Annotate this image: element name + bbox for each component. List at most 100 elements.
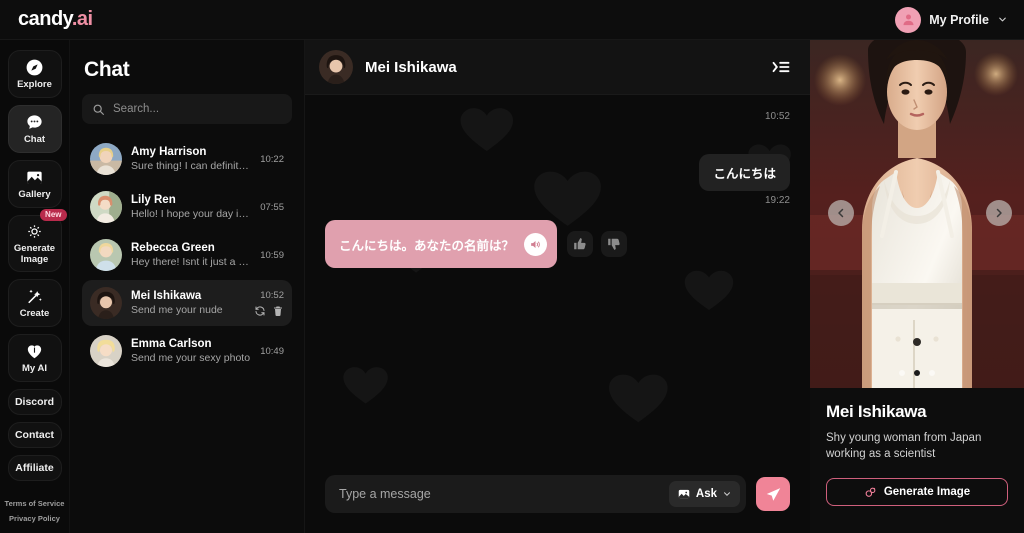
- avatar: [90, 191, 122, 223]
- message-gap: [325, 126, 790, 154]
- carousel-prev-button[interactable]: [828, 200, 854, 226]
- sidebar-item-generate-image[interactable]: New Generate Image: [7, 209, 67, 272]
- sidebar-item-label: Explore: [17, 78, 52, 90]
- contact-name: Mei Ishikawa: [131, 290, 202, 302]
- search-input[interactable]: [113, 103, 282, 115]
- sidebar-item-label: My AI: [22, 362, 47, 374]
- chevron-down-icon: [723, 492, 731, 496]
- send-button[interactable]: [756, 477, 790, 511]
- list-item-text: Lily Ren Hello! I hope your day is g...: [131, 194, 251, 220]
- page-title: Chat: [84, 58, 130, 81]
- avatar: [90, 287, 122, 319]
- carousel-dot[interactable]: [899, 370, 905, 376]
- sidebar-item-chat[interactable]: Chat: [7, 105, 62, 153]
- thumbs-up-icon[interactable]: [567, 231, 594, 257]
- list-item[interactable]: Rebecca Green Hey there! Isnt it just a …: [82, 232, 292, 278]
- message-filler: [325, 272, 790, 461]
- app-root: candy.ai My Profile Explore Chat Gallery…: [0, 0, 1024, 533]
- generate-image-icon: [865, 487, 876, 497]
- sidebar-item-contact[interactable]: Contact: [7, 422, 62, 448]
- contact-name: Amy Harrison: [131, 146, 207, 158]
- carousel-dots: [810, 370, 1024, 376]
- conversation-list-panel: Chat Amy Harrison Sure thing! I can defi…: [70, 40, 305, 533]
- image-icon: [678, 489, 690, 499]
- list-item[interactable]: Lily Ren Hello! I hope your day is g... …: [82, 184, 292, 230]
- magic-wand-icon: [25, 287, 44, 306]
- main-body: Explore Chat Gallery New Generate Image …: [0, 40, 1024, 533]
- message-preview: Hello! I hope your day is g...: [131, 208, 252, 220]
- sidebar-item-label: Contact: [14, 428, 55, 441]
- chat-bubble-icon: [25, 113, 44, 132]
- send-icon: [766, 487, 780, 501]
- avatar: [895, 6, 922, 33]
- message-preview: Hey there! Isnt it just a p...: [131, 256, 252, 268]
- profile-label: My Profile: [929, 12, 989, 27]
- message-preview: Send me your nude: [131, 304, 223, 316]
- chevron-right-icon: [996, 208, 1002, 218]
- timestamp: 10:59: [260, 249, 284, 261]
- carousel-dot-active[interactable]: [914, 370, 920, 376]
- message-bubble-ai: こんにちは。あなたの名前は？: [325, 220, 558, 268]
- character-name: Mei Ishikawa: [826, 402, 927, 421]
- sidebar-item-gallery[interactable]: Gallery: [7, 160, 62, 208]
- sidebar-item-my-ai[interactable]: My AI: [7, 334, 62, 382]
- character-image: [810, 40, 1024, 388]
- message-preview: Sure thing! I can definitel...: [131, 160, 252, 172]
- list-item-active[interactable]: Mei Ishikawa Send me your nude 10:52: [82, 280, 292, 326]
- sidebar-item-label: Gallery: [18, 188, 51, 200]
- refresh-icon[interactable]: [254, 305, 266, 317]
- brand-logo[interactable]: candy.ai: [18, 8, 93, 31]
- terms-of-service-link[interactable]: Terms of Service: [5, 499, 65, 508]
- trash-icon[interactable]: [272, 305, 284, 317]
- ask-mode-dropdown[interactable]: Ask: [668, 481, 740, 507]
- timestamp: 07:55: [260, 201, 284, 213]
- avatar: [90, 143, 122, 175]
- new-badge: New: [40, 209, 67, 221]
- list-item-text: Amy Harrison Sure thing! I can definitel…: [131, 146, 251, 172]
- character-description: Shy young woman from Japan working as a …: [826, 432, 982, 460]
- conversation-header: Mei Ishikawa: [305, 40, 810, 95]
- list-item-text: Emma Carlson Send me your sexy photo: [131, 338, 251, 364]
- message-timestamp: 19:22: [764, 195, 790, 206]
- sidebar-item-create[interactable]: Create: [7, 279, 62, 327]
- privacy-policy-link[interactable]: Privacy Policy: [9, 514, 60, 523]
- timestamp: 10:22: [260, 153, 284, 165]
- search-box[interactable]: [82, 94, 292, 124]
- gear-sparkle-icon: [25, 222, 44, 241]
- list-item-meta: 10:52: [254, 290, 284, 317]
- timestamp: 10:52: [260, 289, 284, 301]
- generate-image-label: Generate Image: [883, 486, 971, 498]
- avatar[interactable]: [319, 50, 353, 84]
- search-icon: [93, 104, 104, 115]
- carousel-next-button[interactable]: [986, 200, 1012, 226]
- timestamp: 10:49: [260, 345, 284, 357]
- list-item-meta: 10:59: [260, 250, 284, 261]
- sidebar-item-discord[interactable]: Discord: [7, 389, 62, 415]
- list-item[interactable]: Emma Carlson Send me your sexy photo 10:…: [82, 328, 292, 374]
- sidebar-item-explore[interactable]: Explore: [7, 50, 62, 98]
- chevron-down-icon: [999, 17, 1006, 22]
- collapse-panel-icon[interactable]: [770, 57, 792, 77]
- speaker-icon[interactable]: [524, 232, 548, 256]
- sidebar-item-affiliate[interactable]: Affiliate: [7, 455, 62, 481]
- list-item[interactable]: Amy Harrison Sure thing! I can definitel…: [82, 136, 292, 182]
- character-panel: Mei Ishikawa Shy young woman from Japan …: [810, 40, 1024, 533]
- composer: Ask: [305, 469, 810, 533]
- carousel-dot[interactable]: [929, 370, 935, 376]
- thumbs-down-icon[interactable]: [601, 231, 628, 257]
- ask-mode-label: Ask: [695, 488, 717, 500]
- sidebar-item-label: Generate Image: [13, 243, 56, 265]
- character-info: Mei Ishikawa Shy young woman from Japan …: [810, 388, 1024, 506]
- message-area: 10:52 こんにちは 19:22 こんにちは。あなたの名前は？: [305, 95, 810, 469]
- message-input-wrapper[interactable]: Ask: [325, 475, 746, 513]
- profile-menu[interactable]: My Profile: [895, 6, 1008, 33]
- message-preview: Send me your sexy photo: [131, 352, 251, 364]
- message-reactions: [567, 231, 628, 257]
- list-item-meta: 07:55: [260, 202, 284, 213]
- generate-image-button[interactable]: Generate Image: [826, 478, 1008, 506]
- message-input[interactable]: [339, 487, 661, 501]
- sidebar-item-label: Discord: [14, 395, 55, 408]
- avatar: [90, 239, 122, 271]
- message-text: こんにちは。あなたの名前は？: [339, 238, 515, 253]
- list-item-actions: [254, 305, 284, 317]
